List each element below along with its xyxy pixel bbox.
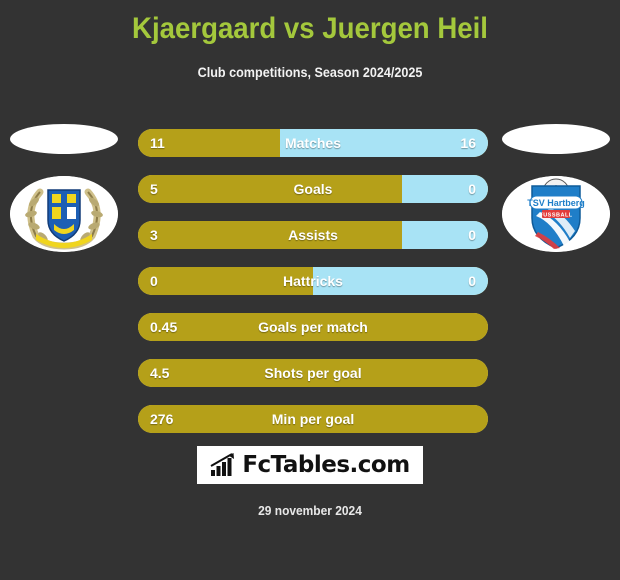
stat-row-assists: 3 Assists 0 bbox=[138, 221, 488, 249]
away-value: 0 bbox=[468, 181, 476, 197]
fctables-logo[interactable]: FcTables.com bbox=[197, 446, 423, 484]
generated-date: 29 november 2024 bbox=[258, 503, 362, 518]
away-club-crest: TSV Hartberg FUSSBALL bbox=[502, 176, 610, 252]
home-club-crest bbox=[10, 176, 118, 252]
stat-row-goals-per-match: 0.45 Goals per match bbox=[138, 313, 488, 341]
stat-label: Shots per goal bbox=[264, 365, 362, 381]
stat-label: Min per goal bbox=[271, 411, 355, 427]
stat-label: Goals per match bbox=[258, 319, 368, 335]
stat-row-goals: 5 Goals 0 bbox=[138, 175, 488, 203]
stat-label: Assists bbox=[288, 227, 338, 243]
svg-text:FUSSBALL: FUSSBALL bbox=[539, 213, 572, 219]
stat-comparison-graphic: Kjaergaard vs Juergen Heil Club competit… bbox=[0, 0, 620, 580]
svg-text:TSV Hartberg: TSV Hartberg bbox=[527, 198, 585, 208]
away-value: 0 bbox=[468, 227, 476, 243]
away-value: 0 bbox=[468, 273, 476, 289]
stat-row-matches: 11 Matches 16 bbox=[138, 129, 488, 157]
stat-label: Goals bbox=[293, 181, 333, 197]
left-badge-top-ellipse bbox=[10, 124, 118, 154]
stat-label: Hattricks bbox=[283, 273, 343, 289]
fctables-logo-text: FcTables.com bbox=[242, 452, 410, 478]
tsv-hartberg-crest-icon: TSV Hartberg FUSSBALL bbox=[502, 176, 610, 252]
home-crest-icon bbox=[10, 176, 118, 252]
stat-label: Matches bbox=[284, 135, 342, 151]
right-badge-top-ellipse bbox=[502, 124, 610, 154]
stat-bars-list: 11 Matches 16 5 Goals 0 3 Assists 0 0 Ha… bbox=[138, 129, 488, 451]
page-subtitle: Club competitions, Season 2024/2025 bbox=[197, 64, 423, 80]
page-title: Kjaergaard vs Juergen Heil bbox=[132, 12, 488, 45]
stat-row-hattricks: 0 Hattricks 0 bbox=[138, 267, 488, 295]
bar-chart-icon bbox=[210, 453, 235, 476]
stat-row-shots-per-goal: 4.5 Shots per goal bbox=[138, 359, 488, 387]
away-value: 16 bbox=[460, 135, 476, 151]
stat-row-min-per-goal: 276 Min per goal bbox=[138, 405, 488, 433]
